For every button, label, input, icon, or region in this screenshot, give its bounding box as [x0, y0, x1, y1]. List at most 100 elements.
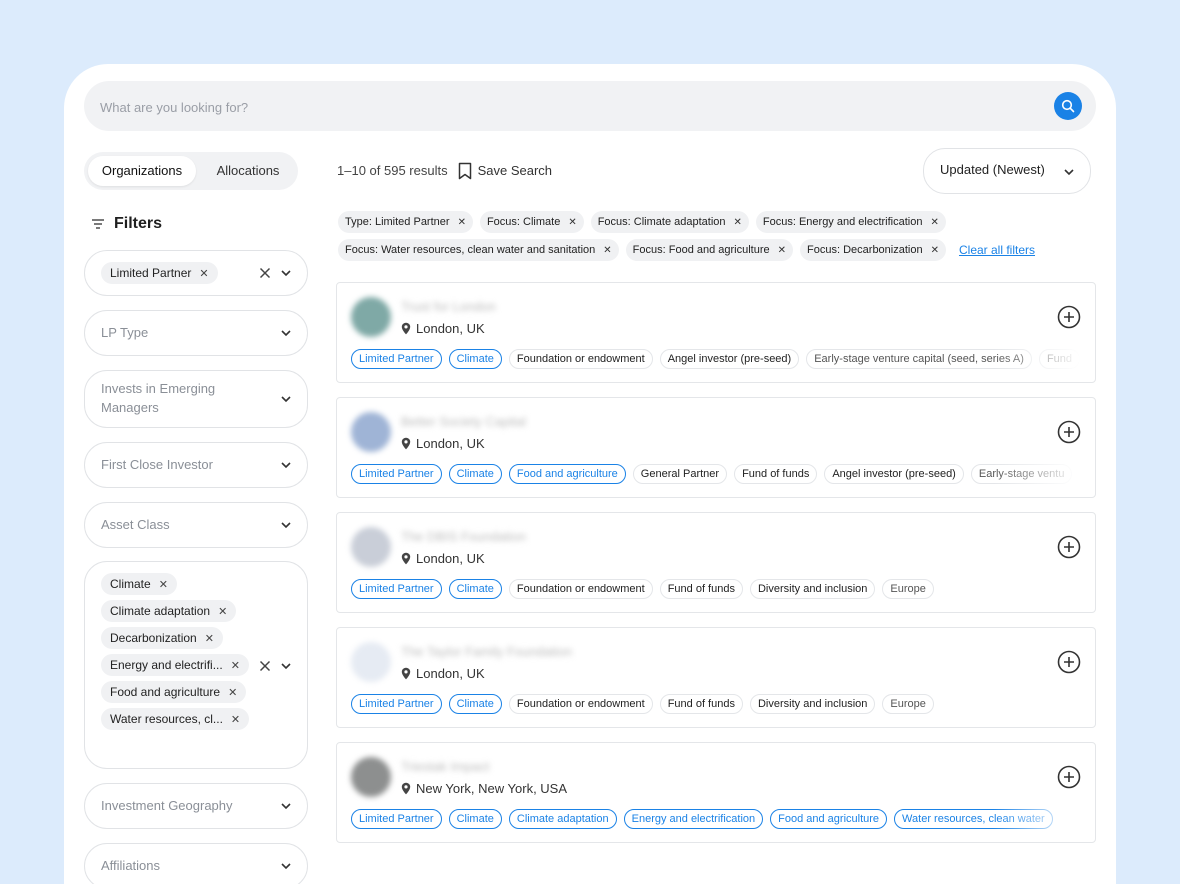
tag-list: Limited Partner Climate Foundation or endo… — [351, 349, 1081, 369]
chevron-down-icon[interactable] — [279, 659, 293, 673]
filters-title: Filters — [114, 215, 163, 232]
clear-icon[interactable] — [259, 660, 271, 672]
filter-chip[interactable]: Water resources, cl... ✕ — [101, 708, 250, 730]
tag: Fund of funds — [659, 579, 743, 599]
entity-tab-switch: Organizations Allocations — [84, 152, 298, 190]
tag-list: Limited Partner Climate Foundation or endo… — [351, 694, 1081, 714]
active-filter-tag[interactable]: Focus: Climate adaptation ✕ — [590, 211, 749, 233]
bookmark-icon — [458, 162, 471, 180]
organization-location: New York, New York, USA — [401, 781, 567, 796]
filter-chip[interactable]: Limited Partner ✕ — [101, 262, 218, 284]
tag: Foundation or endowment — [508, 579, 653, 599]
search-button[interactable] — [1054, 92, 1082, 120]
type-filter[interactable]: Limited Partner ✕ — [84, 250, 308, 296]
chevron-down-icon[interactable] — [279, 392, 293, 406]
organization-name[interactable]: Trust for London — [401, 299, 496, 314]
focus-filter[interactable]: Climate ✕ Climate adaptation ✕ Decarbonizati… — [84, 561, 308, 769]
active-filter-tag[interactable]: Focus: Climate ✕ — [479, 211, 584, 233]
location-pin-icon — [401, 782, 411, 795]
remove-chip-icon[interactable]: ✕ — [218, 605, 227, 618]
clear-icon[interactable] — [259, 267, 271, 279]
remove-filter-icon[interactable]: ✕ — [734, 217, 742, 228]
tag: Diversity and inclusion — [749, 579, 876, 599]
organization-logo — [351, 527, 391, 567]
location-pin-icon — [401, 552, 411, 565]
filter-chip[interactable]: Climate ✕ — [101, 573, 177, 595]
results-count: 1–10 of 595 results — [337, 163, 448, 178]
tab-allocations[interactable]: Allocations — [202, 156, 294, 186]
clear-all-filters-link[interactable]: Clear all filters — [959, 243, 1035, 257]
tag: Climate adaptation — [508, 809, 617, 829]
add-icon[interactable] — [1057, 305, 1081, 329]
tag: Climate — [448, 464, 502, 484]
organization-name[interactable]: Better Society Capital — [401, 414, 526, 429]
remove-filter-icon[interactable]: ✕ — [931, 245, 939, 256]
active-filter-tag[interactable]: Focus: Energy and electrification ✕ — [755, 211, 946, 233]
organization-name[interactable]: The Taylor Family Foundation — [401, 644, 572, 659]
result-card[interactable]: The DBIS Foundation London, UK Limited Par… — [336, 512, 1096, 613]
remove-chip-icon[interactable]: ✕ — [205, 632, 214, 645]
organization-name[interactable]: The DBIS Foundation — [401, 529, 526, 544]
location-pin-icon — [401, 667, 411, 680]
add-icon[interactable] — [1057, 535, 1081, 559]
filter-chip[interactable]: Decarbonization ✕ — [101, 627, 223, 649]
tag: Climate — [448, 809, 502, 829]
chevron-down-icon[interactable] — [279, 326, 293, 340]
active-filters: Type: Limited Partner ✕ Focus: Climate ✕ Foc… — [338, 211, 1098, 267]
remove-chip-icon[interactable]: ✕ — [231, 713, 240, 726]
active-filter-tag[interactable]: Focus: Food and agriculture ✕ — [625, 239, 794, 261]
tag: Angel investor (pre-seed) — [824, 464, 964, 484]
remove-filter-icon[interactable]: ✕ — [458, 217, 466, 228]
organization-name[interactable]: Triestak Impact — [401, 759, 489, 774]
remove-chip-icon[interactable]: ✕ — [199, 267, 208, 280]
lp-type-filter[interactable]: LP Type — [84, 310, 308, 356]
filter-chip[interactable]: Energy and electrifi... ✕ — [101, 654, 249, 676]
result-card[interactable]: Trust for London London, UK Limited Partne… — [336, 282, 1096, 383]
sort-value: Updated (Newest) — [940, 162, 1045, 177]
organization-logo — [351, 757, 391, 797]
emerging-managers-filter[interactable]: Invests in Emerging Managers — [84, 370, 308, 428]
organization-location: London, UK — [401, 551, 485, 566]
active-filters-row: Focus: Water resources, clean water and … — [338, 239, 1098, 261]
chevron-down-icon[interactable] — [279, 518, 293, 532]
remove-filter-icon[interactable]: ✕ — [930, 217, 938, 228]
add-icon[interactable] — [1057, 420, 1081, 444]
remove-chip-icon[interactable]: ✕ — [228, 686, 237, 699]
add-icon[interactable] — [1057, 650, 1081, 674]
result-card[interactable]: Better Society Capital London, UK Limited … — [336, 397, 1096, 498]
search-bar — [84, 81, 1096, 133]
remove-filter-icon[interactable]: ✕ — [568, 217, 576, 228]
search-input[interactable] — [98, 81, 1042, 133]
remove-chip-icon[interactable]: ✕ — [231, 659, 240, 672]
active-filter-tag[interactable]: Focus: Decarbonization ✕ — [800, 239, 946, 261]
investment-geography-filter[interactable]: Investment Geography — [84, 783, 308, 829]
chevron-down-icon[interactable] — [279, 859, 293, 873]
tag: Europe — [882, 579, 934, 599]
results-header: 1–10 of 595 results Save Search — [337, 161, 552, 181]
chevron-down-icon[interactable] — [279, 266, 293, 280]
tag: Water resources, clean water — [894, 809, 1053, 829]
result-card[interactable]: The Taylor Family Foundation London, UK Li… — [336, 627, 1096, 728]
active-filter-tag[interactable]: Focus: Water resources, clean water and … — [338, 239, 619, 261]
remove-filter-icon[interactable]: ✕ — [778, 245, 786, 256]
tag: Limited Partner — [351, 579, 442, 599]
save-search-button[interactable]: Save Search — [458, 161, 552, 181]
organization-logo — [351, 642, 391, 682]
tag: Climate — [448, 579, 502, 599]
result-card[interactable]: Triestak Impact New York, New York, USA Li… — [336, 742, 1096, 843]
filter-chip[interactable]: Climate adaptation ✕ — [101, 600, 237, 622]
active-filter-tag[interactable]: Type: Limited Partner ✕ — [338, 211, 473, 233]
first-close-filter[interactable]: First Close Investor — [84, 442, 308, 488]
affiliations-filter[interactable]: Affiliations — [84, 843, 308, 884]
remove-filter-icon[interactable]: ✕ — [603, 245, 611, 256]
filter-chip[interactable]: Food and agriculture ✕ — [101, 681, 247, 703]
tab-organizations[interactable]: Organizations — [88, 156, 196, 186]
sort-dropdown[interactable]: Updated (Newest) — [923, 148, 1091, 194]
chevron-down-icon[interactable] — [279, 458, 293, 472]
asset-class-filter[interactable]: Asset Class — [84, 502, 308, 548]
filters-heading: Filters — [92, 214, 162, 234]
add-icon[interactable] — [1057, 765, 1081, 789]
filter-icon — [92, 219, 104, 229]
remove-chip-icon[interactable]: ✕ — [159, 578, 168, 591]
chevron-down-icon[interactable] — [279, 799, 293, 813]
